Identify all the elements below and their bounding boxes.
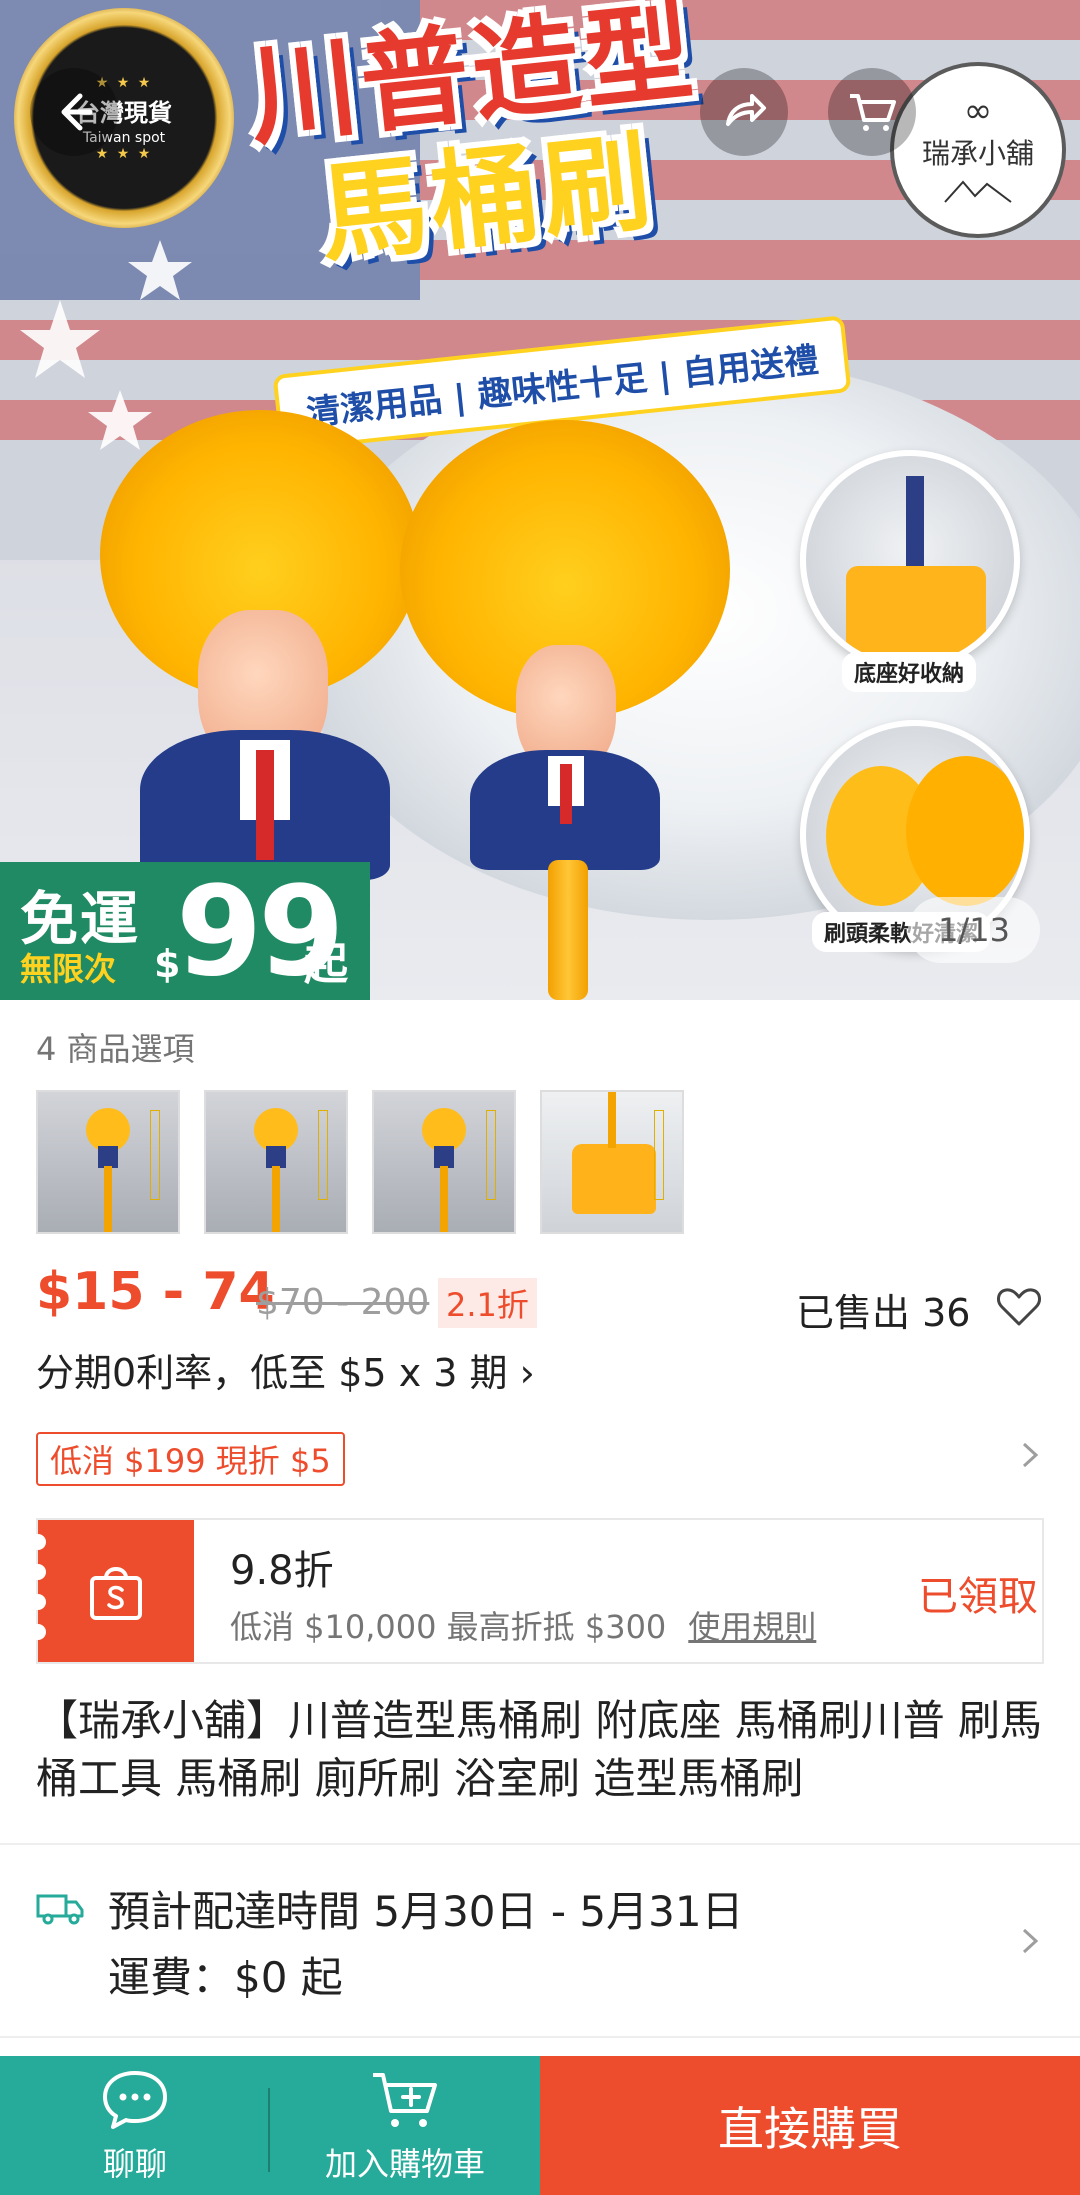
coupon-left-panel — [30, 1520, 194, 1662]
product-title: 【瑞承小舖】川普造型馬桶刷 附底座 馬桶刷川普 刷馬桶工具 馬桶刷 廁所刷 浴室… — [36, 1696, 1043, 1803]
inset-base-photo — [800, 450, 1020, 670]
chat-button-label: 聊聊 — [102, 2144, 167, 2183]
bottom-action-bar: 聊聊 加入購物車 直接購買 — [0, 2056, 1080, 2195]
promo-suffix: 起 — [304, 939, 348, 990]
coupon-rules-link[interactable]: 使用規則 — [688, 1608, 816, 1646]
heart-icon[interactable] — [996, 1284, 1042, 1330]
shipping-fee[interactable]: 運費：$0 起 — [108, 1944, 343, 2005]
shopee-bag-icon — [90, 1567, 142, 1620]
brush-doll-center — [400, 420, 740, 1000]
option-thumbnail[interactable] — [204, 1090, 348, 1234]
delivery-estimate[interactable]: 預計配達時間 5月30日 - 5月31日 — [108, 1878, 744, 1939]
add-to-cart-label: 加入購物車 — [324, 2144, 485, 2183]
chevron-right-icon[interactable] — [1014, 1440, 1044, 1470]
back-arrow-icon — [61, 93, 93, 131]
product-image-carousel[interactable]: 川普造型 馬桶刷 清潔用品 | 趣味性十足 | 自用送禮 底座好收納 刷頭柔軟好… — [0, 0, 1080, 1000]
cart-button[interactable] — [828, 68, 916, 156]
cart-icon — [850, 94, 896, 131]
original-price: $70 - 200 — [256, 1282, 430, 1323]
add-to-cart-button[interactable]: 加入購物車 — [290, 2056, 520, 2195]
option-thumbnail[interactable] — [36, 1090, 180, 1234]
chat-button[interactable]: 聊聊 — [40, 2056, 230, 2195]
free-shipping-promo-banner: 免運 無限次 $ 99 起 — [0, 862, 370, 1000]
bottom-bar-separator — [268, 2088, 270, 2172]
price-range: $15 - 74 — [36, 1262, 275, 1322]
chat-icon — [103, 2070, 167, 2129]
coupon-title: 9.8折 — [230, 1548, 334, 1594]
divider — [0, 1843, 1080, 1845]
discount-badge: 2.1折 — [438, 1278, 537, 1328]
sold-count: 已售出 36 — [796, 1291, 971, 1335]
chevron-right-icon[interactable] — [1014, 1926, 1044, 1956]
divider — [0, 2036, 1080, 2038]
options-count-label: 4 商品選項 — [36, 1030, 195, 1068]
brush-doll-left — [100, 410, 440, 880]
option-thumbnails — [36, 1090, 684, 1234]
discount-coupon-card[interactable]: 9.8折 低消 $10,000 最高折抵 $300 使用規則 已領取 — [30, 1518, 1044, 1664]
more-button[interactable] — [956, 68, 1044, 156]
add-to-cart-icon — [373, 2072, 437, 2127]
back-button[interactable] — [30, 68, 118, 156]
hero-title: 川普造型 馬桶刷 — [243, 0, 870, 279]
option-thumbnail[interactable] — [540, 1090, 684, 1234]
inset-top-label: 底座好收納 — [842, 652, 977, 692]
installment-info[interactable]: 分期0利率，低至 $5 x 3 期 › — [36, 1342, 535, 1397]
buy-now-button[interactable]: 直接購買 — [540, 2056, 1080, 2195]
option-thumbnail[interactable] — [372, 1090, 516, 1234]
truck-icon — [36, 1894, 84, 1925]
promo-line2: 無限次 — [20, 950, 117, 988]
mountain-icon — [944, 180, 1012, 203]
share-icon — [726, 94, 766, 126]
shop-voucher-tag[interactable]: 低消 $199 現折 $5 — [36, 1432, 345, 1486]
image-counter: 1/13 — [908, 897, 1040, 963]
coupon-description: 低消 $10,000 最高折抵 $300 — [230, 1608, 667, 1646]
share-button[interactable] — [700, 68, 788, 156]
coupon-claimed-status: 已領取 — [918, 1574, 1038, 1620]
more-icon — [996, 92, 1004, 132]
